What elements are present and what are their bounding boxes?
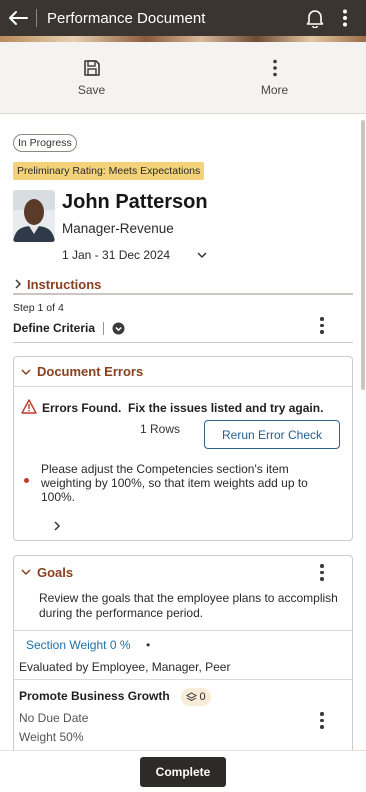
save-icon: [83, 59, 100, 76]
content-scrollbar[interactable]: [361, 120, 365, 390]
instructions-label: Instructions: [27, 276, 102, 292]
save-label: Save: [77, 82, 106, 97]
document-errors-title: Document Errors: [37, 364, 144, 379]
goals-actions-button[interactable]: [316, 564, 328, 581]
kebab-icon: [343, 9, 347, 27]
warning-icon: [21, 399, 37, 419]
review-period: 1 Jan - 31 Dec 2024: [62, 248, 171, 262]
goal-item-badge: 0: [181, 688, 211, 706]
goal-item-weight: Weight 50%: [19, 730, 84, 744]
instructions-toggle[interactable]: Instructions: [13, 275, 353, 295]
chevron-down-icon: [21, 569, 31, 576]
step-name: Define Criteria: [13, 321, 96, 335]
goals-description: Review the goals that the employee plans…: [39, 591, 338, 620]
document-content: In Progress Preliminary Rating: Meets Ex…: [0, 115, 358, 750]
section-weight-separator: •: [146, 638, 151, 652]
chevron-right-icon: [15, 279, 22, 289]
footer-bar: Complete: [0, 750, 366, 792]
preliminary-rating-badge: Preliminary Rating: Meets Expectations: [13, 162, 205, 180]
goal-item-name[interactable]: Promote Business Growth: [19, 689, 170, 703]
more-button[interactable]: More: [183, 42, 366, 113]
layers-icon: [186, 692, 198, 702]
step-counter: Step 1 of 4: [13, 302, 64, 314]
section-weight-link[interactable]: Section Weight 0 %: [26, 638, 131, 652]
complete-button[interactable]: Complete: [140, 756, 226, 787]
errors-heading: Errors Found. Fix the issues listed and …: [42, 401, 324, 415]
status-badge: In Progress: [13, 134, 77, 152]
chevron-down-icon: [21, 368, 31, 375]
rerun-error-check-button[interactable]: Rerun Error Check: [204, 420, 340, 449]
error-message: Please adjust the Competencies section's…: [41, 462, 308, 504]
job-title: Manager-Revenue: [62, 221, 174, 236]
notifications-button[interactable]: [300, 0, 330, 36]
bell-icon: [306, 10, 324, 28]
goal-item-divider: [14, 679, 352, 680]
goal-item-due-date: No Due Date: [19, 711, 89, 725]
action-toolbar: Save More: [0, 42, 366, 114]
step-divider: [103, 321, 105, 335]
step-selector[interactable]: Define Criteria: [13, 321, 125, 335]
arrow-left-icon: [9, 11, 28, 25]
error-rows-count: 1 Rows: [140, 422, 181, 436]
evaluated-by: Evaluated by Employee, Manager, Peer: [19, 660, 231, 674]
goals-toggle[interactable]: Goals: [14, 556, 352, 588]
step-divider-line: [13, 342, 353, 343]
back-button[interactable]: [0, 0, 36, 36]
page-title: Performance Document: [47, 9, 206, 27]
header-menu-button[interactable]: [330, 0, 360, 36]
goals-title: Goals: [37, 564, 74, 580]
save-button[interactable]: Save: [0, 42, 183, 113]
goal-item-badge-count: 0: [199, 691, 206, 703]
period-expand-button[interactable]: [196, 247, 208, 265]
step-actions-button[interactable]: [316, 317, 328, 334]
goal-item-actions-button[interactable]: [316, 712, 328, 729]
error-detail-button[interactable]: [52, 519, 62, 537]
avatar: [13, 190, 55, 242]
goals-card: Goals Review the goals that the employee…: [13, 555, 353, 750]
app-header: Performance Document: [0, 0, 366, 36]
employee-name: John Patterson: [62, 191, 208, 213]
error-bullet: [24, 478, 29, 483]
more-label: More: [260, 82, 289, 97]
kebab-icon: [272, 59, 277, 76]
document-errors-toggle[interactable]: Document Errors: [14, 357, 352, 387]
chevron-right-icon: [54, 521, 61, 531]
header-divider: [36, 9, 37, 27]
document-errors-card: Document Errors Errors Found. Fix the is…: [13, 356, 353, 541]
goals-divider: [14, 630, 352, 631]
chevron-down-circle-icon: [112, 322, 125, 334]
chevron-down-icon: [197, 252, 207, 259]
